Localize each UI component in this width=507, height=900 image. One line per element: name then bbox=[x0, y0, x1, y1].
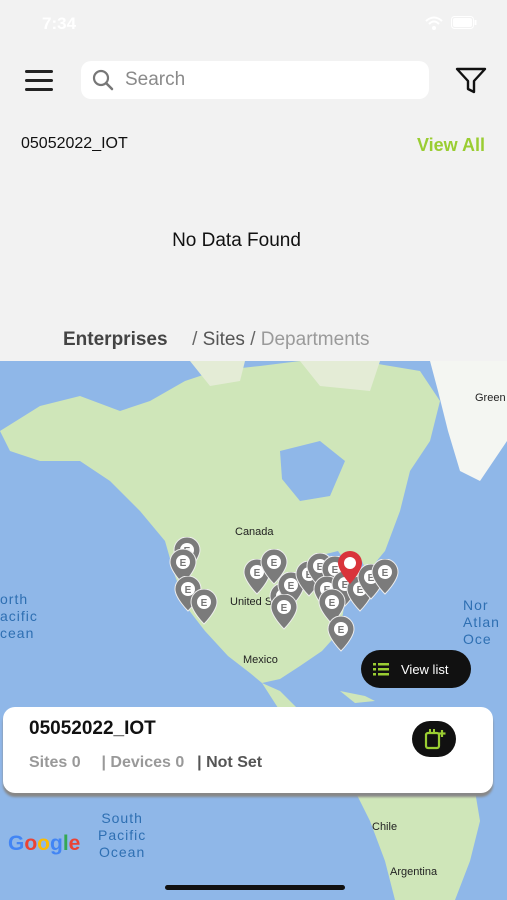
card-title: 05052022_IOT bbox=[29, 718, 156, 739]
list-icon bbox=[373, 662, 389, 675]
svg-text:E: E bbox=[271, 558, 278, 569]
breadcrumb-separator: / bbox=[250, 329, 256, 350]
status-value: | Not Set bbox=[197, 754, 263, 771]
add-device-icon bbox=[424, 729, 446, 750]
breadcrumb: Enterprises / Sites / Departments bbox=[63, 329, 370, 351]
search-bar[interactable] bbox=[81, 61, 429, 99]
search-icon bbox=[92, 69, 114, 91]
enterprise-name: 05052022_IOT bbox=[21, 135, 128, 152]
map-pin[interactable]: E bbox=[189, 589, 219, 625]
view-all-link[interactable]: View All bbox=[417, 135, 485, 156]
map-pin[interactable]: E bbox=[326, 616, 356, 652]
ocean-label-south-pacific: South Pacific Ocean bbox=[98, 810, 147, 860]
map-label-argentina: Argentina bbox=[390, 866, 438, 878]
status-time: 7:34 bbox=[42, 14, 77, 33]
svg-text:E: E bbox=[180, 558, 187, 569]
svg-text:E: E bbox=[382, 568, 389, 579]
wifi-icon bbox=[425, 16, 443, 30]
selected-map-pin[interactable] bbox=[336, 551, 364, 585]
map-label-canada: Canada bbox=[235, 526, 274, 538]
breadcrumb-enterprises[interactable]: Enterprises bbox=[63, 329, 168, 350]
svg-text:E: E bbox=[281, 603, 288, 614]
menu-icon[interactable] bbox=[25, 70, 53, 92]
map-label-chile: Chile bbox=[372, 821, 398, 833]
map-pin[interactable]: E bbox=[269, 594, 299, 630]
map-label-mexico: Mexico bbox=[243, 654, 278, 666]
sites-count: Sites 0 bbox=[29, 754, 81, 771]
map-view[interactable]: Green Canada United States Mexico Chile … bbox=[0, 361, 507, 900]
map-label-greenland: Green bbox=[475, 392, 506, 404]
breadcrumb-separator: / bbox=[192, 329, 198, 350]
view-list-label: View list bbox=[401, 661, 449, 677]
google-logo: Google bbox=[8, 832, 81, 855]
svg-text:E: E bbox=[201, 598, 208, 609]
status-icons bbox=[425, 16, 477, 30]
ocean-label-north-atlantic: Nor Atlan Oce bbox=[463, 597, 500, 647]
empty-message: No Data Found bbox=[172, 230, 301, 251]
enterprise-card[interactable]: 05052022_IOT Sites 0 | Devices 0 | Not S… bbox=[3, 707, 493, 793]
devices-count: | Devices 0 bbox=[101, 754, 185, 771]
svg-text:E: E bbox=[338, 625, 345, 636]
add-site-button[interactable] bbox=[412, 721, 456, 757]
map-land bbox=[0, 361, 507, 900]
battery-icon bbox=[451, 16, 477, 29]
search-input[interactable] bbox=[123, 68, 407, 92]
map-pin[interactable]: E bbox=[370, 559, 400, 595]
view-list-button[interactable]: View list bbox=[361, 650, 471, 688]
card-stats: Sites 0 | Devices 0 | Not Set bbox=[29, 754, 262, 772]
svg-text:E: E bbox=[329, 598, 336, 609]
breadcrumb-departments[interactable]: Departments bbox=[261, 329, 370, 350]
filter-icon[interactable] bbox=[455, 66, 487, 96]
ocean-label-north-pacific: orth acific cean bbox=[0, 591, 38, 641]
home-indicator[interactable] bbox=[165, 885, 345, 890]
breadcrumb-sites[interactable]: Sites bbox=[203, 329, 245, 350]
